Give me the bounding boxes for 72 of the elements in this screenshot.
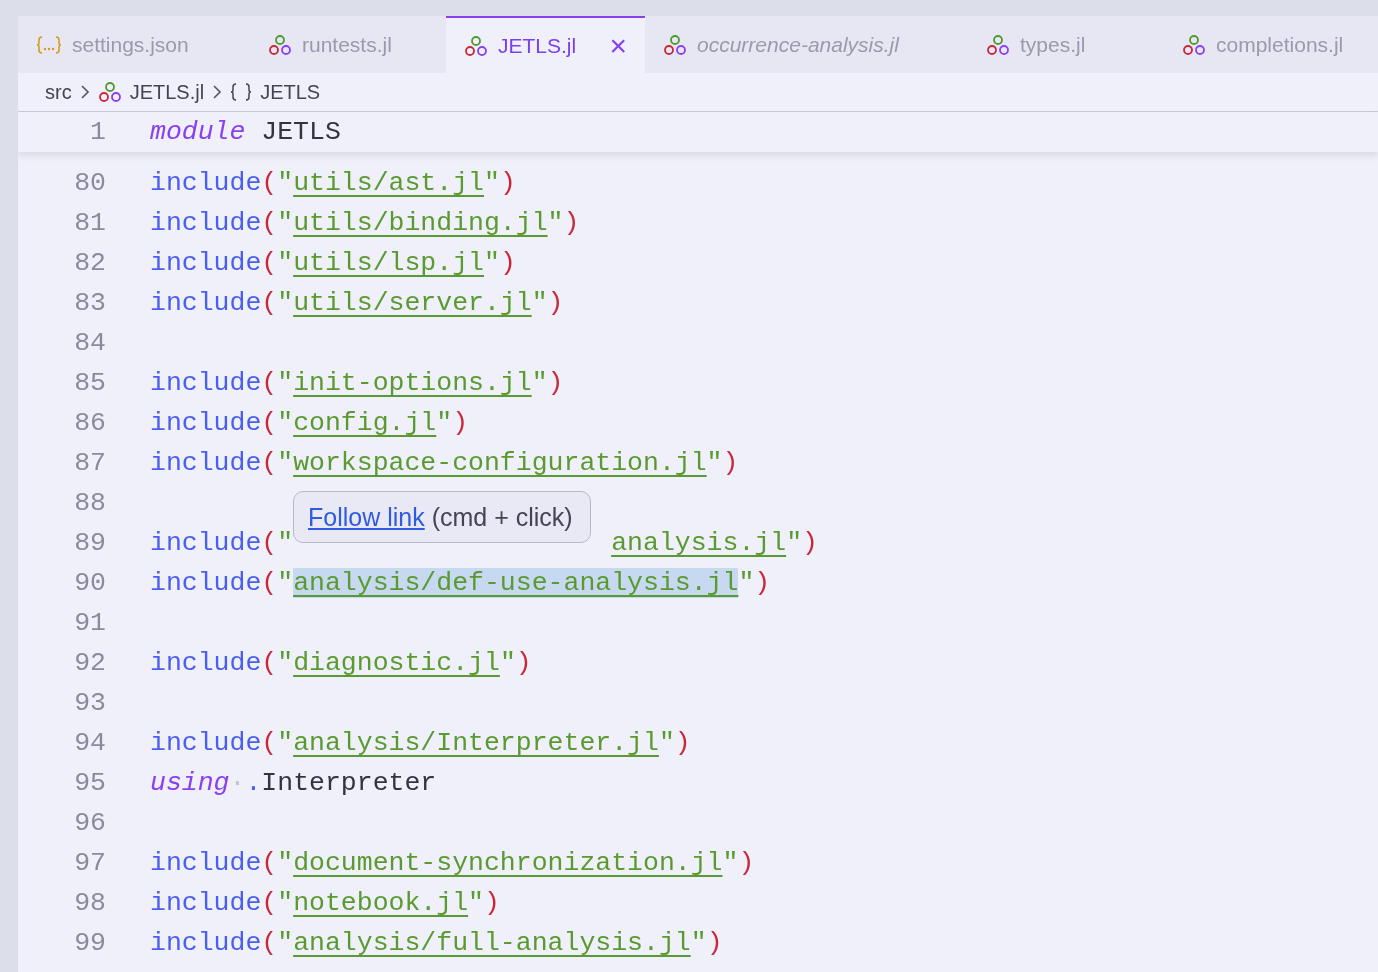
file-link[interactable]: workspace-configuration.jl	[293, 448, 707, 478]
line-number: 81	[73, 208, 106, 238]
line-number: 83	[73, 288, 106, 318]
line-number: 88	[73, 488, 106, 518]
line-number: 84	[73, 328, 106, 358]
editor-tab[interactable]: settings.json	[18, 16, 250, 73]
line-number: 90	[73, 568, 106, 598]
file-link[interactable]: utils/ast.jl	[293, 168, 484, 198]
code-line: include("notebook.jl")	[150, 888, 500, 918]
code-line: include("analysis/full-analysis.jl")	[150, 928, 723, 958]
line-number: 94	[73, 728, 106, 758]
file-link[interactable]: notebook.jl	[293, 888, 469, 918]
editor-tab[interactable]: runtests.jl	[250, 16, 446, 73]
line-number: 92	[73, 648, 106, 678]
editor-tab[interactable]: types.jl	[968, 16, 1164, 73]
line-number: 93	[73, 688, 106, 718]
code-line: include("utils/server.jl")	[150, 288, 564, 318]
code-line: include("init-options.jl")	[150, 368, 564, 398]
breadcrumb-item[interactable]: JETLS.jl	[129, 80, 205, 104]
line-number: 86	[73, 408, 106, 438]
code-line: include("utils/binding.jl")	[150, 208, 580, 238]
code-line: include("document-synchronization.jl")	[150, 848, 755, 878]
file-link[interactable]: analysis/full-analysis.jl	[293, 928, 691, 958]
julia-logo-icon	[1182, 33, 1206, 56]
editor-tab[interactable]: completions.jl	[1164, 16, 1360, 73]
file-link[interactable]: analysis.jl	[611, 528, 787, 558]
line-number: 96	[73, 808, 106, 838]
code-line: include("analysis/Interpreter.jl")	[150, 728, 691, 758]
julia-logo-icon	[97, 81, 122, 103]
chevron-icon	[212, 84, 223, 100]
code-line: module JETLS	[150, 117, 341, 147]
code-line: include("config.jl")	[150, 408, 469, 438]
line-number: 95	[73, 768, 106, 798]
file-link[interactable]: utils/binding.jl	[293, 208, 548, 238]
line-number: 85	[73, 368, 106, 398]
file-link[interactable]: analysis/Interpreter.jl	[293, 728, 659, 758]
line-number: 98	[73, 888, 106, 918]
line-number: 80	[73, 168, 106, 198]
file-link[interactable]: utils/lsp.jl	[293, 248, 484, 278]
code-line: include("workspace-configuration.jl")	[150, 448, 739, 478]
file-link[interactable]: diagnostic.jl	[293, 648, 500, 678]
code-line: include("utils/lsp.jl")	[150, 248, 516, 278]
file-link[interactable]: utils/server.jl	[293, 288, 532, 318]
code-line: include("analysis/def-use-analysis.jl")	[150, 568, 771, 598]
tooltip-hint: (cmd + click)	[431, 502, 573, 532]
line-number: 89	[73, 528, 106, 558]
julia-logo-icon	[464, 34, 488, 57]
line-number: 1	[89, 117, 106, 147]
follow-link[interactable]: Follow link	[308, 502, 425, 532]
namespace-braces-icon	[230, 82, 253, 102]
julia-logo-icon	[268, 33, 292, 56]
code-line: include("diagnostic.jl")	[150, 648, 532, 678]
line-number: 82	[73, 248, 106, 278]
code-line: using·.Interpreter	[150, 768, 437, 798]
file-link[interactable]: init-options.jl	[293, 368, 532, 398]
julia-logo-icon	[663, 33, 687, 56]
breadcrumb-item[interactable]: JETLS	[260, 80, 321, 104]
breadcrumb-item[interactable]: src	[45, 80, 72, 104]
code-line: include("utils/ast.jl")	[150, 168, 516, 198]
line-number: 87	[73, 448, 106, 478]
chevron-icon	[79, 84, 90, 100]
julia-logo-icon	[986, 33, 1010, 56]
line-number: 97	[73, 848, 106, 878]
line-number: 91	[73, 608, 106, 638]
editor-tab[interactable]: JETLS.jl ×	[446, 16, 645, 73]
file-link[interactable]: config.jl	[293, 408, 437, 438]
close-icon[interactable]: ×	[609, 30, 627, 61]
file-link[interactable]: analysis/def-use-analysis.jl	[293, 568, 739, 598]
line-number: 99	[73, 928, 106, 958]
editor-tab[interactable]: occurrence-analysis.jl	[645, 16, 968, 73]
file-link[interactable]: document-synchronization.jl	[293, 848, 723, 878]
json-braces-icon	[36, 34, 62, 55]
